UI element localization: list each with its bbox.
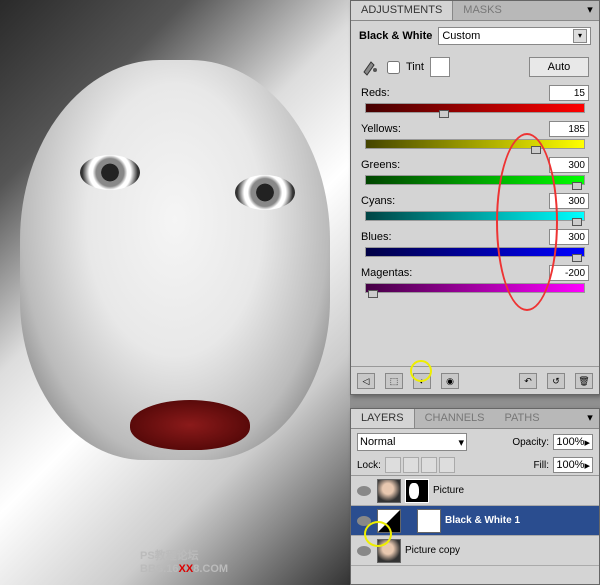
slider-yellows: Yellows: <box>351 119 599 149</box>
lock-label: Lock: <box>357 460 381 471</box>
cyans-label: Cyans: <box>361 195 395 207</box>
slider-cyans: Cyans: <box>351 191 599 221</box>
layer-mask-thumbnail[interactable] <box>405 479 429 503</box>
reds-value[interactable] <box>549 85 589 101</box>
slider-reds: Reds: <box>351 83 599 113</box>
panel-menu-icon[interactable]: ▾ <box>581 409 599 428</box>
adjustments-tabs: ADJUSTMENTS MASKS ▾ <box>351 1 599 21</box>
chevron-down-icon: ▾ <box>458 436 464 449</box>
chevron-down-icon: ▾ <box>573 29 587 43</box>
preset-value: Custom <box>442 30 480 42</box>
tab-masks[interactable]: MASKS <box>453 1 512 20</box>
watermark-line2: BBS.16XX8.COM <box>140 563 228 575</box>
visibility-eye-icon[interactable] <box>357 486 371 496</box>
slider-handle[interactable] <box>572 254 582 262</box>
tint-color-swatch[interactable] <box>430 57 450 77</box>
chevron-right-icon: ▸ <box>584 436 590 449</box>
fill-input[interactable]: 100% ▸ <box>553 457 593 473</box>
blend-mode-value: Normal <box>360 436 395 448</box>
lips <box>130 400 250 450</box>
panel-menu-icon[interactable]: ▾ <box>581 1 599 20</box>
adjustments-panel: ADJUSTMENTS MASKS ▾ Black & White Custom… <box>350 0 600 395</box>
yellows-label: Yellows: <box>361 123 401 135</box>
blues-label: Blues: <box>361 231 392 243</box>
chevron-right-icon: ▸ <box>584 459 590 472</box>
cyans-slider[interactable] <box>365 211 585 221</box>
fill-label: Fill: <box>533 460 549 471</box>
adjustment-layer-icon[interactable] <box>377 509 401 533</box>
reds-label: Reds: <box>361 87 390 99</box>
trash-icon[interactable]: 🗑 <box>575 373 593 389</box>
blues-slider[interactable] <box>365 247 585 257</box>
expand-icon[interactable]: ⬚ <box>385 373 403 389</box>
cyans-value[interactable] <box>549 193 589 209</box>
eye-icon[interactable]: ◉ <box>441 373 459 389</box>
visibility-eye-icon[interactable] <box>357 546 371 556</box>
slider-handle[interactable] <box>531 146 541 154</box>
lock-image-icon[interactable] <box>403 457 419 473</box>
previous-state-icon[interactable]: ↶ <box>519 373 537 389</box>
slider-blues: Blues: <box>351 227 599 257</box>
layer-name: Picture copy <box>405 545 595 556</box>
visibility-eye-icon[interactable] <box>357 516 371 526</box>
greens-slider[interactable] <box>365 175 585 185</box>
greens-label: Greens: <box>361 159 400 171</box>
blues-value[interactable] <box>549 229 589 245</box>
adjustments-footer: ◁ ⬚ ◐ ◉ ↶ ↺ 🗑 <box>351 366 599 394</box>
clip-layer-icon[interactable]: ◐ <box>413 373 431 389</box>
slider-magentas: Magentas: <box>351 263 599 293</box>
tab-paths[interactable]: PATHS <box>495 409 550 428</box>
tab-layers[interactable]: LAYERS <box>351 409 415 428</box>
eye-left <box>80 155 140 190</box>
opacity-label: Opacity: <box>512 437 549 448</box>
tint-label: Tint <box>406 61 424 73</box>
reds-slider[interactable] <box>365 103 585 113</box>
auto-button[interactable]: Auto <box>529 57 589 77</box>
layer-thumbnail[interactable] <box>377 479 401 503</box>
watermark-line1: PS教程论坛 <box>140 547 228 563</box>
layer-name: Black & White 1 <box>445 515 595 526</box>
tab-channels[interactable]: CHANNELS <box>415 409 495 428</box>
layer-list: Picture Black & White 1 Picture copy <box>351 476 599 566</box>
lock-transparent-icon[interactable] <box>385 457 401 473</box>
slider-handle[interactable] <box>572 218 582 226</box>
targeted-adjustment-icon[interactable] <box>361 58 381 76</box>
back-arrow-icon[interactable]: ◁ <box>357 373 375 389</box>
slider-handle[interactable] <box>439 110 449 118</box>
yellows-slider[interactable] <box>365 139 585 149</box>
magentas-value[interactable] <box>549 265 589 281</box>
tab-adjustments[interactable]: ADJUSTMENTS <box>351 1 453 20</box>
magentas-slider[interactable] <box>365 283 585 293</box>
greens-value[interactable] <box>549 157 589 173</box>
opacity-input[interactable]: 100% ▸ <box>553 434 593 450</box>
watermark: PS教程论坛 BBS.16XX8.COM <box>140 547 228 575</box>
layer-row-picture-copy[interactable]: Picture copy <box>351 536 599 566</box>
reset-icon[interactable]: ↺ <box>547 373 565 389</box>
lock-all-icon[interactable] <box>439 457 455 473</box>
layers-panel: LAYERS CHANNELS PATHS ▾ Normal ▾ Opacity… <box>350 408 600 585</box>
layer-thumbnail[interactable] <box>377 539 401 563</box>
layers-tabs: LAYERS CHANNELS PATHS ▾ <box>351 409 599 429</box>
yellows-value[interactable] <box>549 121 589 137</box>
slider-handle[interactable] <box>572 182 582 190</box>
lock-position-icon[interactable] <box>421 457 437 473</box>
eye-right <box>235 175 295 210</box>
preset-dropdown[interactable]: Custom ▾ <box>438 27 591 45</box>
layer-name: Picture <box>433 485 595 496</box>
adjustment-title: Black & White <box>359 30 432 42</box>
blend-mode-dropdown[interactable]: Normal ▾ <box>357 433 467 451</box>
image-canvas: PS教程论坛 BBS.16XX8.COM <box>0 0 350 585</box>
tint-checkbox[interactable] <box>387 61 400 74</box>
slider-handle[interactable] <box>368 290 378 298</box>
layer-row-bw1[interactable]: Black & White 1 <box>351 506 599 536</box>
slider-greens: Greens: <box>351 155 599 185</box>
magentas-label: Magentas: <box>361 267 412 279</box>
layer-row-picture[interactable]: Picture <box>351 476 599 506</box>
layer-mask-thumbnail[interactable] <box>417 509 441 533</box>
